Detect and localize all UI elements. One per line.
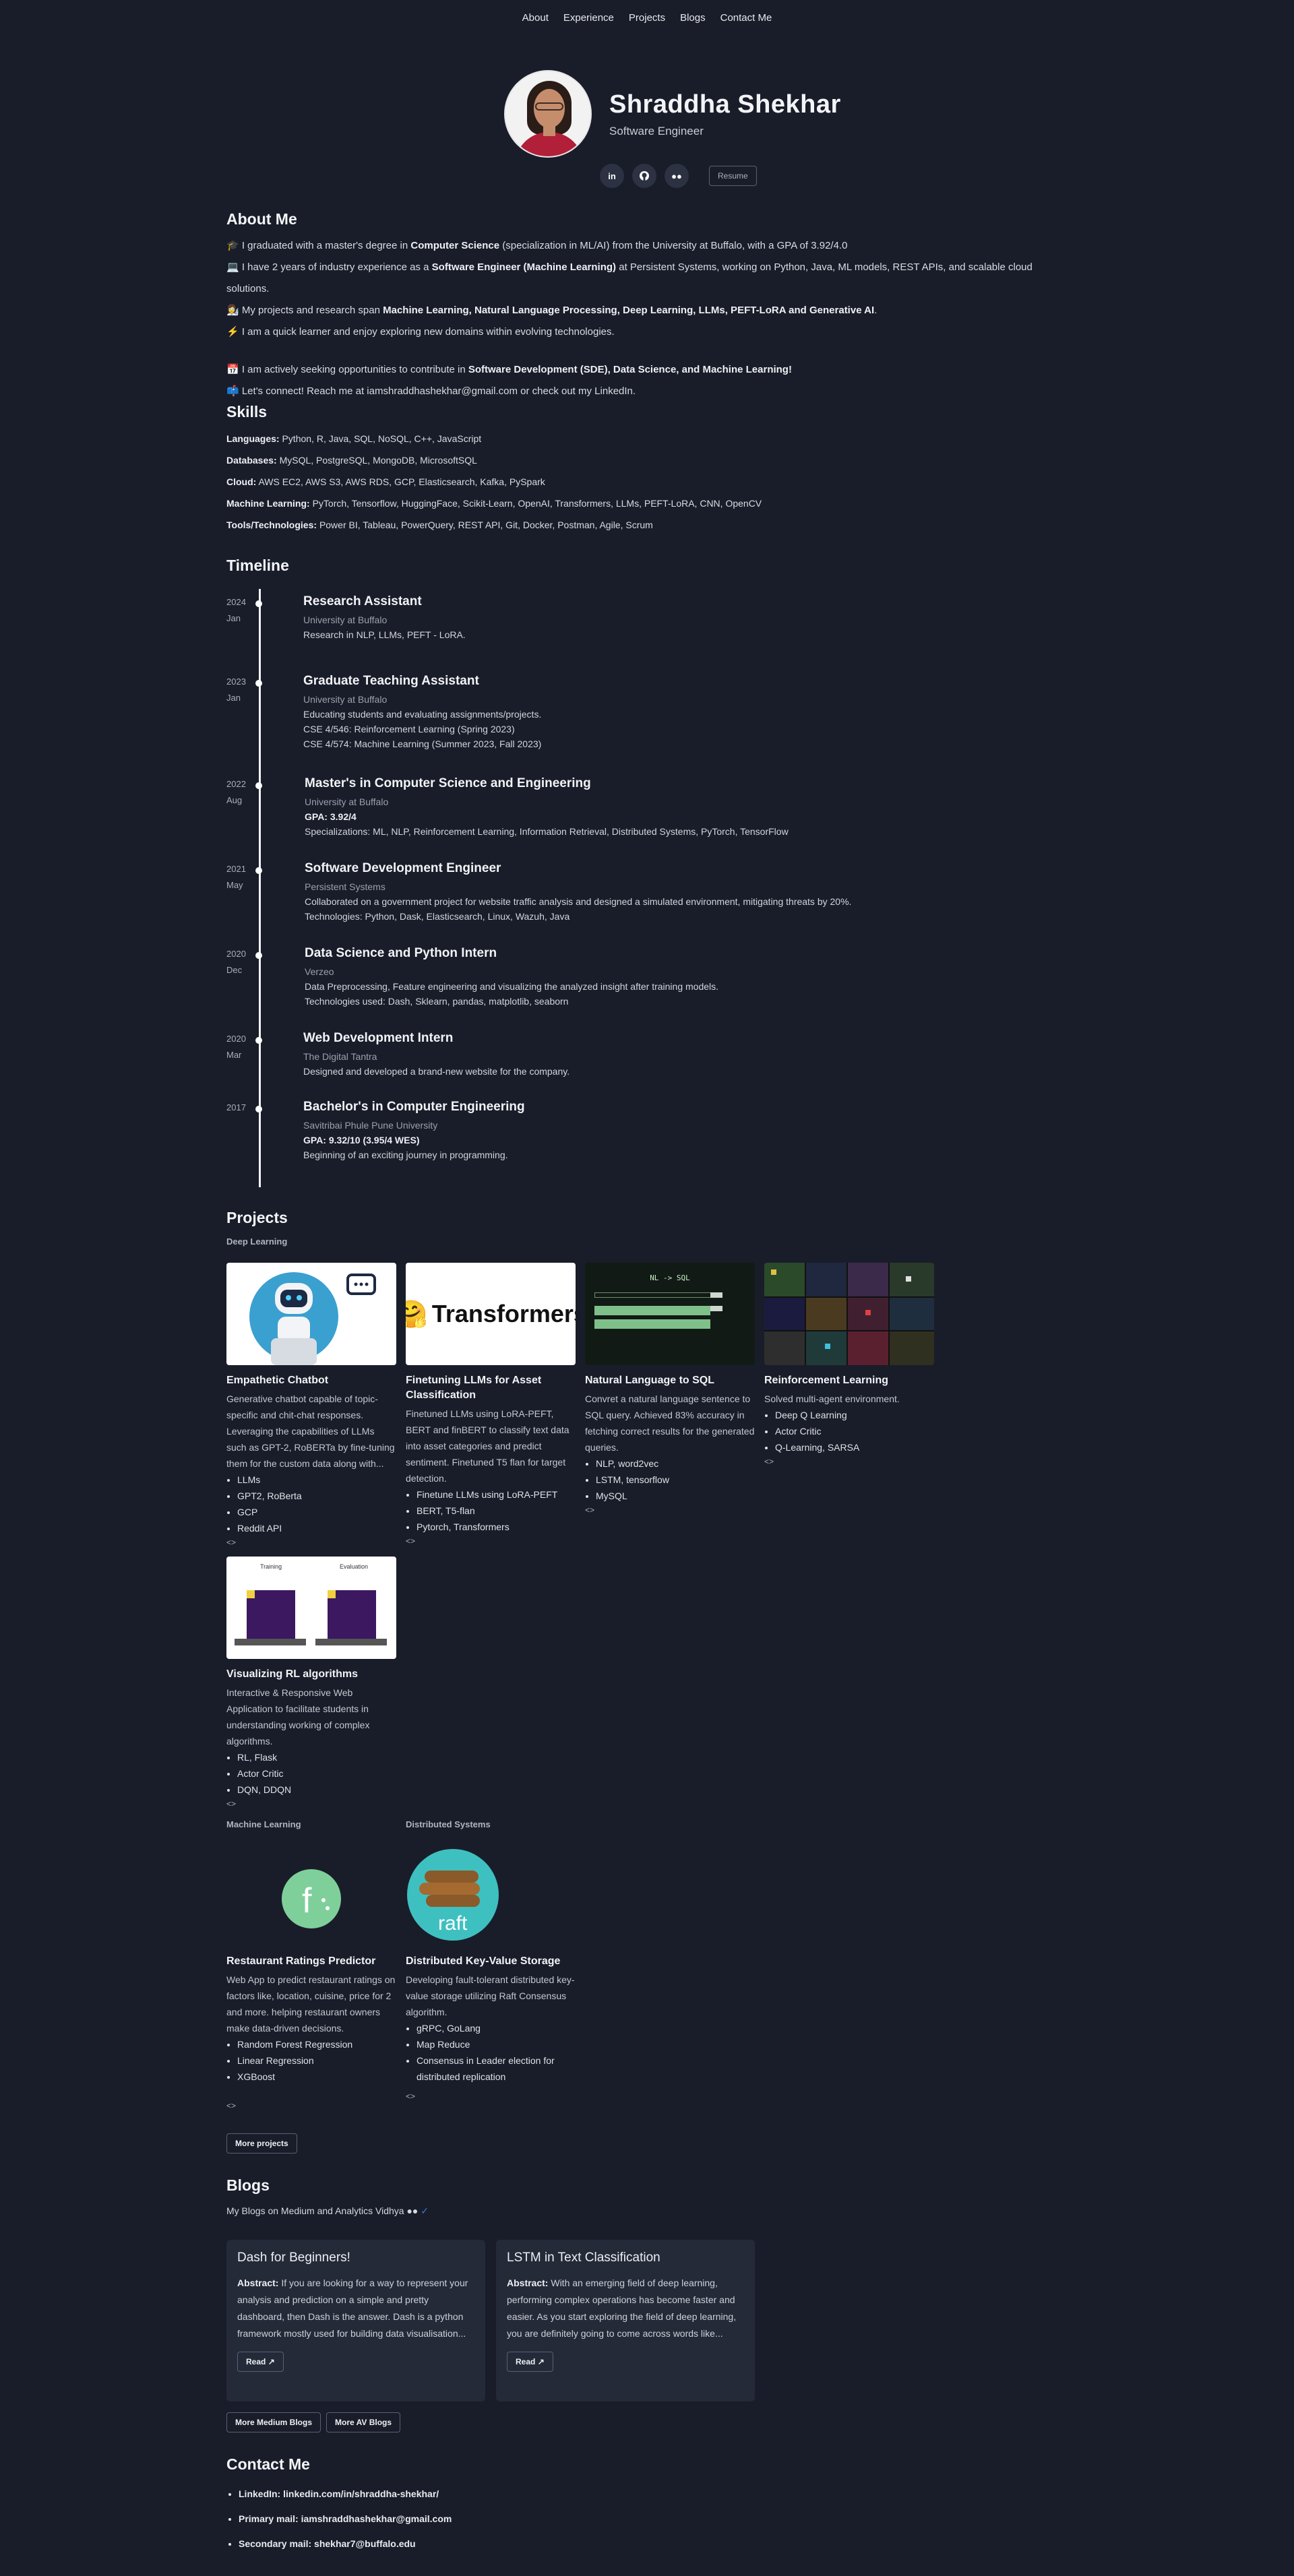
more-medium-blogs-button[interactable]: More Medium Blogs: [226, 2412, 321, 2432]
project-thumbnail: raft: [406, 1844, 500, 1946]
project-card[interactable]: 🤗 Transformers Finetuning LLMs for Asset…: [406, 1263, 576, 1546]
skill-row: Languages: Python, R, Java, SQL, NoSQL, …: [226, 433, 482, 444]
about-title: About Me: [226, 210, 297, 228]
code-link-icon[interactable]: <>: [406, 1536, 576, 1546]
blogs-section: Blogs My Blogs on Medium and Analytics V…: [226, 2176, 1076, 2217]
skill-row: Databases: MySQL, PostgreSQL, MongoDB, M…: [226, 455, 477, 466]
blog-card: LSTM in Text Classification Abstract: Wi…: [496, 2240, 755, 2401]
project-card[interactable]: Empathetic Chatbot Generative chatbot ca…: [226, 1263, 396, 1547]
svg-text:raft: raft: [438, 1912, 468, 1935]
avatar: [504, 70, 592, 158]
github-icon[interactable]: [632, 164, 656, 188]
code-link-icon[interactable]: <>: [406, 2092, 576, 2101]
blogs-title: Blogs: [226, 2176, 270, 2194]
project-thumbnail: [764, 1263, 934, 1365]
about-line: ⚡ I am a quick learner and enjoy explori…: [226, 326, 615, 338]
project-card[interactable]: raft Distributed Key-Value Storage Devel…: [406, 1844, 576, 2101]
blog-card: Dash for Beginners! Abstract: If you are…: [226, 2240, 485, 2401]
code-link-icon[interactable]: <>: [585, 1505, 755, 1515]
about-line: 📫 Let's connect! Reach me at iamshraddha…: [226, 385, 636, 397]
contact-linkedin[interactable]: LinkedIn: linkedin.com/in/shraddha-shekh…: [239, 2482, 1076, 2507]
projects-section: Projects Deep Learning: [226, 1209, 1076, 1247]
about-line: 👩‍🔬 My projects and research span Machin…: [226, 305, 877, 316]
skill-row: Tools/Technologies: Power BI, Tableau, P…: [226, 520, 653, 530]
category-machine-learning: Machine Learning: [226, 1819, 301, 1829]
svg-text:f: f: [302, 1881, 312, 1920]
about-line: 🎓 I graduated with a master's degree in …: [226, 240, 848, 251]
contact-title: Contact Me: [226, 2455, 310, 2473]
contact-section: Contact Me LinkedIn: linkedin.com/in/shr…: [226, 2455, 1076, 2556]
more-av-blogs-button[interactable]: More AV Blogs: [326, 2412, 401, 2432]
medium-icon[interactable]: ●●: [406, 2205, 418, 2216]
project-thumbnail: Training Evaluation: [226, 1557, 396, 1659]
about-section: About Me 🎓 I graduated with a master's d…: [226, 210, 1076, 402]
project-card[interactable]: NL -> SQL Natural Language to SQL Convre…: [585, 1263, 755, 1515]
about-line: 📅 I am actively seeking opportunities to…: [226, 364, 792, 375]
profile-role: Software Engineer: [609, 124, 704, 137]
profile-name: Shraddha Shekhar: [609, 90, 841, 119]
project-thumbnail: NL -> SQL: [585, 1263, 755, 1365]
code-link-icon[interactable]: <>: [226, 1538, 396, 1547]
read-button[interactable]: Read ↗: [507, 2352, 553, 2372]
skills-title: Skills: [226, 403, 268, 420]
read-button[interactable]: Read ↗: [237, 2352, 284, 2372]
project-thumbnail: f: [226, 1844, 396, 1946]
project-thumbnail: [226, 1263, 396, 1365]
analytics-vidhya-icon[interactable]: ✓: [421, 2205, 429, 2216]
nav-experience[interactable]: Experience: [563, 12, 614, 24]
external-link-icon: ↗: [268, 2357, 275, 2366]
social-links: in ●● Resume: [600, 164, 757, 188]
category-deep-learning: Deep Learning: [226, 1236, 288, 1247]
about-line: 💻 I have 2 years of industry experience …: [226, 261, 1033, 294]
project-thumbnail: 🤗 Transformers: [406, 1263, 576, 1365]
contact-primary-mail[interactable]: Primary mail: iamshraddhashekhar@gmail.c…: [239, 2507, 1076, 2532]
timeline-line: [259, 589, 261, 1187]
skill-row: Cloud: AWS EC2, AWS S3, AWS RDS, GCP, El…: [226, 476, 545, 487]
skills-section: Skills Languages: Python, R, Java, SQL, …: [226, 403, 1076, 536]
nav-blogs[interactable]: Blogs: [680, 12, 706, 24]
top-nav: About Experience Projects Blogs Contact …: [0, 12, 1294, 24]
project-card[interactable]: Training Evaluation Visualizing RL algor…: [226, 1557, 396, 1809]
skill-row: Machine Learning: PyTorch, Tensorflow, H…: [226, 498, 762, 509]
external-link-icon: ↗: [537, 2357, 545, 2366]
category-distributed-systems: Distributed Systems: [406, 1819, 491, 1829]
nav-contact[interactable]: Contact Me: [720, 12, 772, 24]
linkedin-icon[interactable]: in: [600, 164, 624, 188]
medium-icon[interactable]: ●●: [665, 164, 689, 188]
more-projects-button[interactable]: More projects: [226, 2133, 297, 2154]
timeline-section: Timeline: [226, 557, 1076, 575]
timeline-title: Timeline: [226, 557, 289, 574]
code-link-icon[interactable]: <>: [764, 1457, 934, 1466]
blog-links: More Medium Blogs More AV Blogs: [226, 2412, 401, 2432]
hero: Shraddha Shekhar Software Engineer: [504, 70, 841, 158]
blogs-subtitle: My Blogs on Medium and Analytics Vidhya …: [226, 2205, 429, 2216]
project-card[interactable]: f Restaurant Ratings Predictor Web App t…: [226, 1844, 396, 2110]
resume-button[interactable]: Resume: [709, 166, 757, 186]
nav-projects[interactable]: Projects: [629, 12, 665, 24]
code-link-icon[interactable]: <>: [226, 1799, 396, 1809]
contact-secondary-mail[interactable]: Secondary mail: shekhar7@buffalo.edu: [239, 2532, 1076, 2556]
project-card[interactable]: Reinforcement Learning Solved multi-agen…: [764, 1263, 934, 1466]
nav-about[interactable]: About: [522, 12, 549, 24]
code-link-icon[interactable]: <>: [226, 2101, 396, 2110]
projects-title: Projects: [226, 1209, 288, 1226]
